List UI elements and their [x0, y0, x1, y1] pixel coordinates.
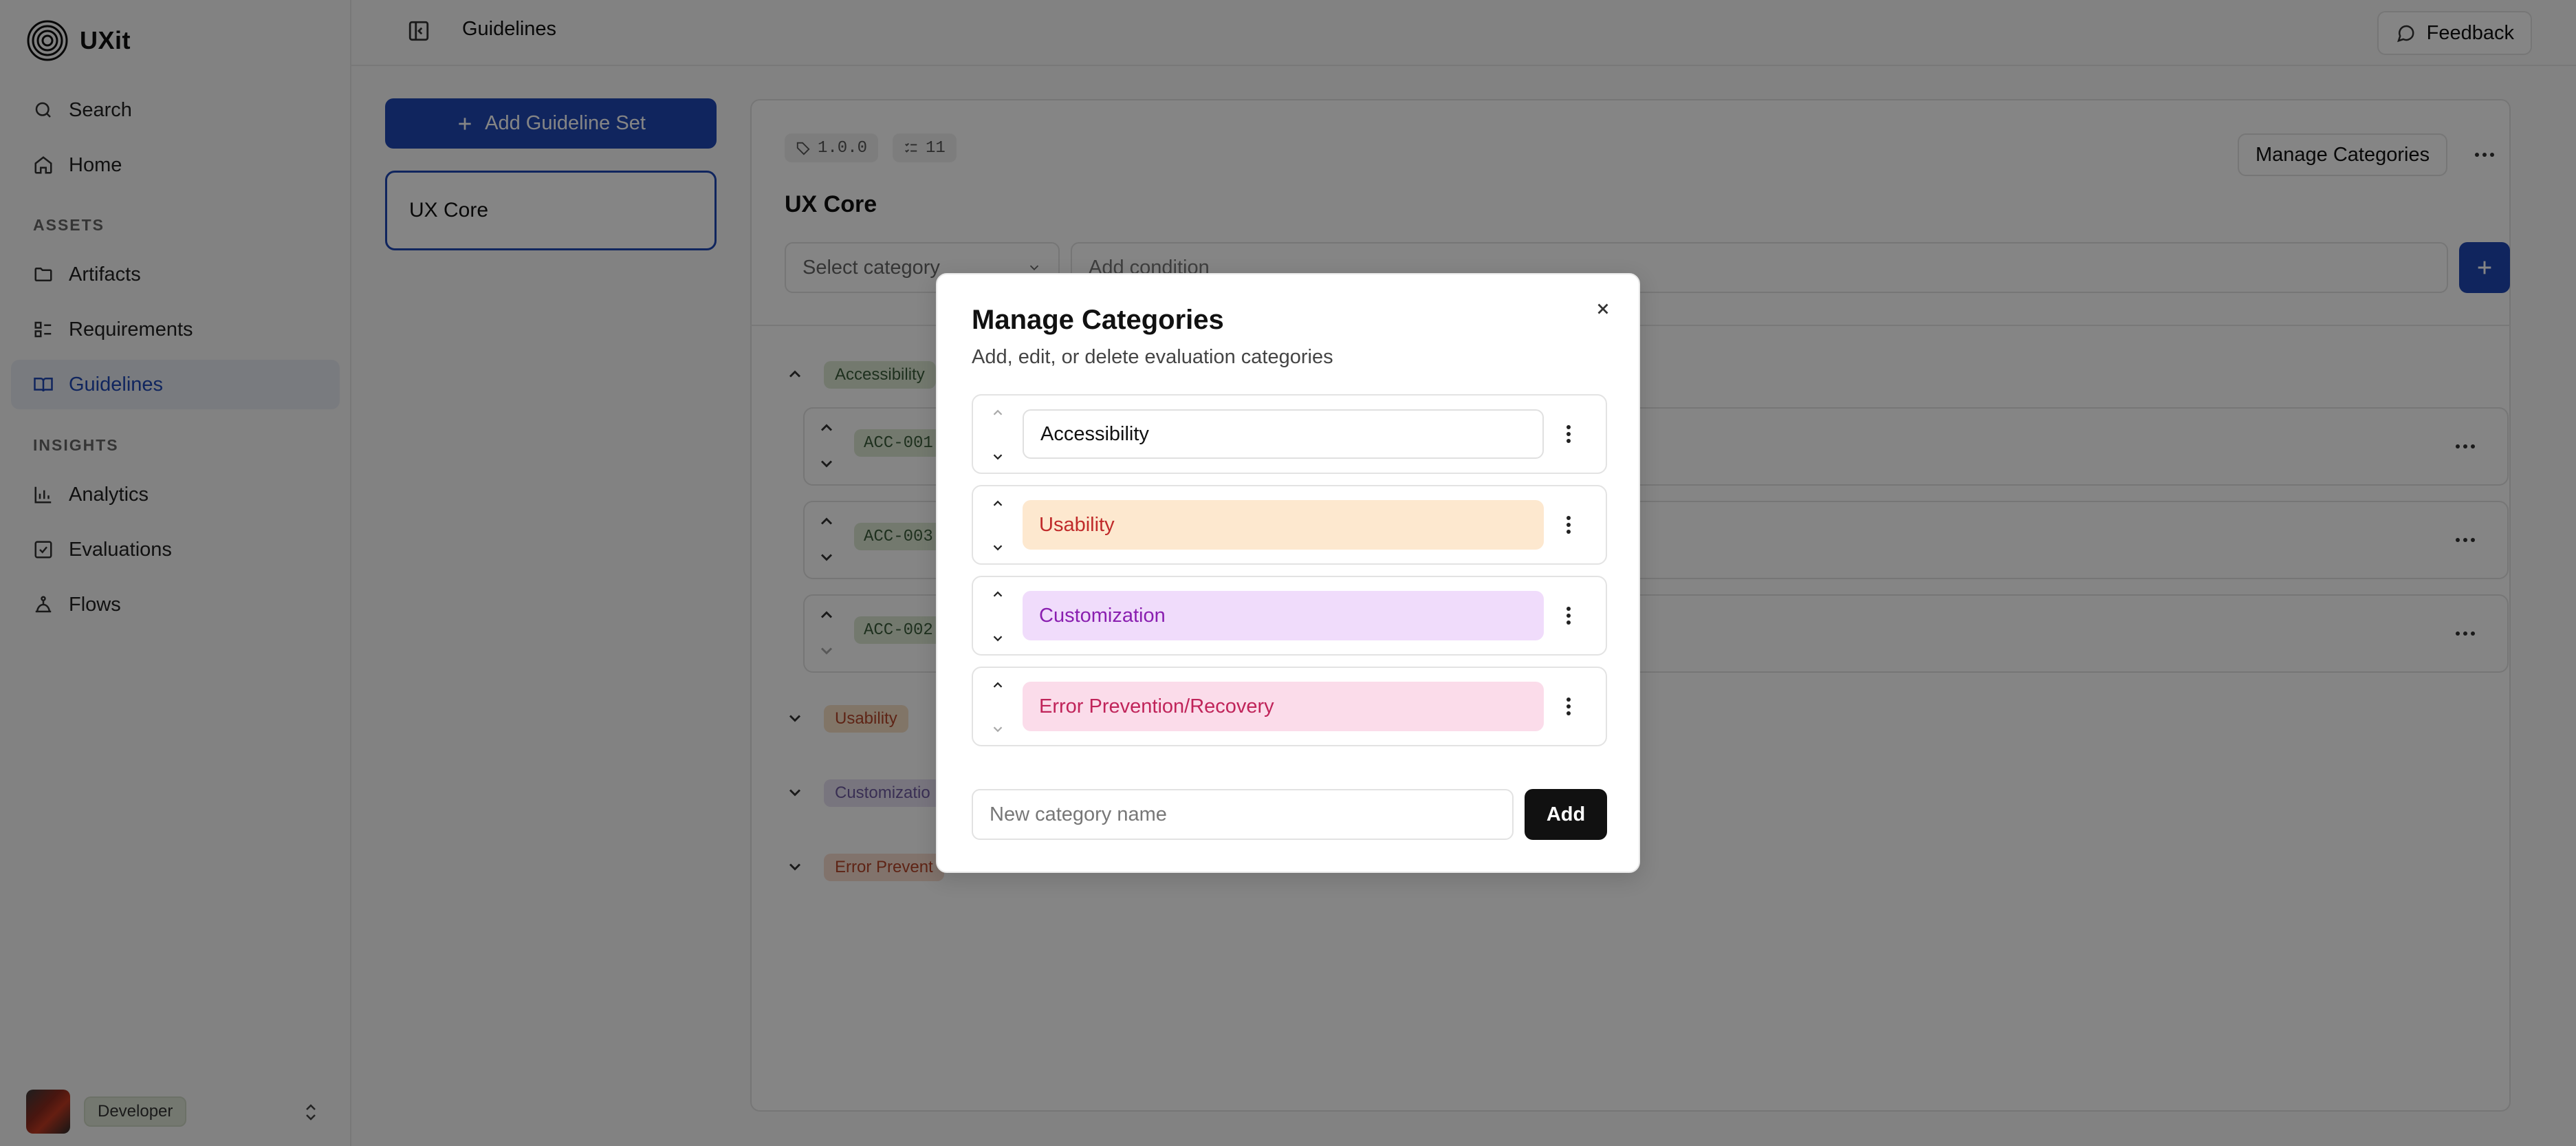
dialog-title: Manage Categories [972, 305, 1224, 335]
category-row: Customization [972, 576, 1607, 656]
dialog-subtitle: Add, edit, or delete evaluation categori… [972, 346, 1333, 368]
manage-categories-dialog: Manage Categories Add, edit, or delete e… [936, 273, 1640, 873]
category-row: Accessibility [972, 394, 1607, 474]
move-up-icon[interactable] [989, 678, 1007, 693]
move-up-icon[interactable] [989, 587, 1007, 602]
category-name-field[interactable]: Customization [1023, 591, 1544, 640]
category-name-field[interactable]: Error Prevention/Recovery [1023, 682, 1544, 731]
more-vertical-icon[interactable] [1555, 602, 1582, 629]
move-down-icon[interactable] [989, 631, 1007, 646]
move-down-icon[interactable] [989, 540, 1007, 555]
move-up-icon[interactable] [989, 405, 1007, 420]
category-row: Usability [972, 485, 1607, 565]
close-icon[interactable] [1589, 295, 1617, 323]
category-row: Error Prevention/Recovery [972, 667, 1607, 746]
category-name-field[interactable]: Usability [1023, 500, 1544, 550]
new-category-input[interactable]: New category name [972, 789, 1514, 840]
move-up-icon[interactable] [989, 496, 1007, 511]
move-down-icon[interactable] [989, 449, 1007, 464]
move-down-icon[interactable] [989, 722, 1007, 737]
more-vertical-icon[interactable] [1555, 511, 1582, 539]
more-vertical-icon[interactable] [1555, 693, 1582, 720]
more-vertical-icon[interactable] [1555, 420, 1582, 448]
category-name-input[interactable]: Accessibility [1023, 409, 1544, 459]
add-category-button[interactable]: Add [1525, 789, 1607, 840]
